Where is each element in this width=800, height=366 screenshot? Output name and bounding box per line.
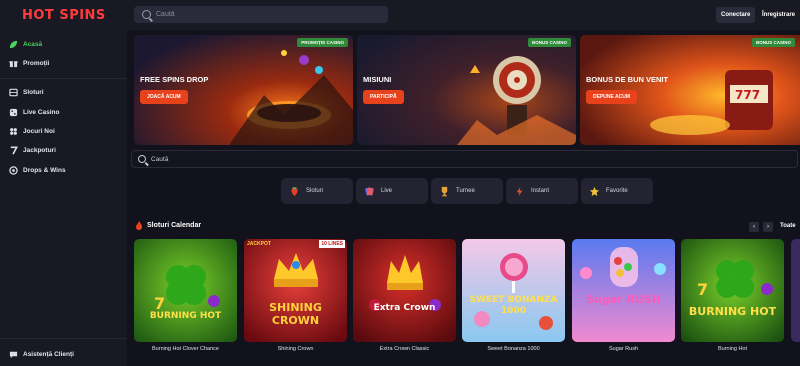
game-card-partial[interactable]	[791, 239, 800, 342]
promo-banner-missions[interactable]: BONUS CASINO MISIUNI PARTICIPĂ	[357, 35, 576, 145]
promo-banner-welcome-bonus[interactable]: 777 BONUS CASINO BONUS DE BUN VENIT DEPU…	[580, 35, 800, 145]
sidebar-item-home[interactable]: Acasă	[9, 40, 42, 49]
svg-text:7: 7	[697, 280, 708, 299]
promo-title: BONUS DE BUN VENIT	[586, 75, 669, 84]
see-all-link[interactable]: Toate	[780, 223, 796, 229]
game-name: Burning Hot Clover Chance	[152, 346, 219, 352]
strawberry-icon	[291, 186, 298, 196]
tab-label: Sloturi	[306, 188, 324, 194]
game-art-title: Extra Crown	[373, 303, 436, 313]
chip-icon	[9, 166, 18, 175]
game-art-title: BURNING HOT	[149, 311, 222, 321]
sidebar-divider	[0, 78, 127, 79]
tab-instant[interactable]: Instant	[506, 178, 578, 204]
sidebar-item-label: Jocuri Noi	[23, 128, 55, 135]
tab-label: Favorite	[606, 188, 628, 194]
promo-title: MISIUNI	[363, 75, 392, 84]
game-thumbnail: 7	[134, 239, 237, 342]
sidebar-item-jackpots[interactable]: Jackpoturi	[9, 146, 56, 155]
lightning-icon	[516, 186, 523, 196]
sidebar-item-label: Jackpoturi	[23, 147, 56, 154]
promo-title: FREE SPINS DROP	[140, 75, 209, 84]
game-art-title: Sugar RUSH	[586, 293, 661, 306]
participate-button[interactable]: PARTICIPĂ	[363, 90, 404, 104]
customer-support-button[interactable]: Asistență Clienți	[9, 350, 74, 359]
fire-icon	[136, 221, 142, 230]
lines-badge: 10 LINES	[319, 240, 345, 248]
site-logo[interactable]: HOT SPINS	[22, 8, 106, 23]
tab-live[interactable]: Live	[356, 178, 428, 204]
sidebar-divider	[0, 338, 127, 339]
tab-tournaments[interactable]: Turnee	[431, 178, 503, 204]
cards-icon	[365, 186, 374, 196]
game-name: Shining Crown	[277, 346, 314, 352]
sidebar-item-label: Drops & Wins	[23, 167, 66, 174]
game-thumbnail	[572, 239, 675, 342]
game-name: Sweet Bonanza 1000	[487, 346, 540, 352]
game-thumbnail: 7	[681, 239, 784, 342]
deposit-now-button[interactable]: DEPUNE ACUM	[586, 90, 638, 104]
game-art-title: BURNING HOT	[688, 305, 777, 318]
game-search-input[interactable]	[151, 155, 239, 163]
register-button[interactable]: Înregistrare	[760, 7, 797, 23]
sidebar-item-label: Live Casino	[23, 109, 60, 116]
sidebar-item-slots[interactable]: Sloturi	[9, 88, 44, 97]
sidebar-item-label: Acasă	[23, 41, 43, 48]
support-label: Asistență Clienți	[23, 351, 74, 358]
game-card-burning-hot[interactable]: 7 BURNING HOT	[681, 239, 784, 342]
tab-favorites[interactable]: Favorite	[581, 178, 653, 204]
game-card-shining-crown[interactable]: JACKPOT 10 LINES SHINING CROWN	[244, 239, 347, 342]
dice-icon	[9, 108, 18, 117]
carousel-next-button[interactable]: ›	[763, 222, 773, 232]
game-search-bar[interactable]	[131, 150, 798, 168]
tab-label: Live	[381, 188, 393, 194]
play-now-button[interactable]: JOACĂ ACUM	[140, 90, 188, 104]
promo-tag: BONUS CASINO	[527, 38, 571, 47]
game-card-sweet-bonanza-1000[interactable]: SWEET BONANZA 1000	[462, 239, 565, 342]
grid-icon	[10, 128, 17, 135]
sidebar-item-label: Sloturi	[23, 89, 44, 96]
game-card-extra-crown-classic[interactable]: Extra Crown	[353, 239, 456, 342]
gift-icon	[9, 61, 18, 68]
seven-icon	[10, 146, 18, 155]
sidebar-item-label: Promoții	[23, 60, 50, 67]
tab-label: Turnee	[456, 188, 475, 194]
sidebar-item-drops-wins[interactable]: Drops & Wins	[9, 166, 66, 175]
game-name: Sugar Rush	[608, 346, 639, 352]
game-art-title: SWEET BONANZA 1000	[469, 295, 558, 316]
sidebar-item-promotions[interactable]: Promoții	[9, 59, 49, 68]
tab-slots[interactable]: Sloturi	[281, 178, 353, 204]
sidebar-item-new-games[interactable]: Jocuri Noi	[9, 127, 55, 136]
trophy-icon	[441, 186, 448, 196]
game-name: Burning Hot	[717, 346, 748, 352]
tab-label: Instant	[531, 188, 550, 194]
game-name: Extra Crown Classic	[379, 346, 430, 352]
sidebar-item-live-casino[interactable]: Live Casino	[9, 108, 59, 117]
game-thumbnail	[353, 239, 456, 342]
login-button[interactable]: Conectare	[716, 7, 756, 23]
search-icon	[142, 10, 151, 19]
game-card-burning-hot-clover[interactable]: 7 BURNING HOT	[134, 239, 237, 342]
carousel-prev-button[interactable]: ‹	[749, 222, 759, 232]
game-art-title: SHINING CROWN	[269, 301, 322, 327]
game-thumbnail	[462, 239, 565, 342]
promo-banner-free-spins[interactable]: PROMOȚIE CASINO FREE SPINS DROP JOACĂ AC…	[134, 35, 353, 145]
leaf-icon	[9, 40, 18, 49]
section-title: Sloturi Calendar	[135, 221, 201, 230]
promo-tag: BONUS CASINO	[751, 38, 795, 47]
game-card-sugar-rush[interactable]: Sugar RUSH	[572, 239, 675, 342]
jackpot-badge: JACKPOT	[247, 241, 271, 247]
sidebar: Acasă Promoții Sloturi Live Casino Jocur…	[0, 30, 127, 366]
chat-icon	[9, 351, 18, 359]
slot-icon	[9, 88, 18, 97]
star-icon	[589, 186, 600, 196]
top-search-bar[interactable]	[134, 6, 388, 23]
search-icon	[138, 155, 146, 163]
top-search-input[interactable]	[156, 11, 356, 18]
svg-text:777: 777	[735, 88, 760, 102]
top-header: HOT SPINS Conectare Înregistrare	[0, 0, 800, 30]
promo-tag: PROMOȚIE CASINO	[297, 38, 348, 47]
section-title-text: Sloturi Calendar	[147, 222, 202, 229]
